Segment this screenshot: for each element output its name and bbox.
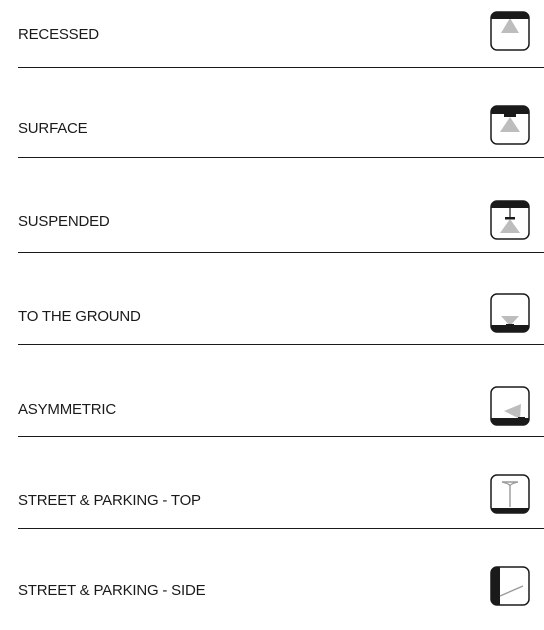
row-divider <box>18 436 544 437</box>
row-divider <box>18 344 544 345</box>
recessed-fixture-icon <box>490 11 530 51</box>
category-label: RECESSED <box>18 26 99 43</box>
category-row-to-the-ground[interactable]: TO THE GROUND <box>18 284 544 354</box>
downlight-ground-icon <box>490 293 530 333</box>
category-row-street-parking-top[interactable]: STREET & PARKING - TOP <box>18 470 544 540</box>
category-label: SUSPENDED <box>18 213 110 230</box>
category-row-street-parking-side[interactable]: STREET & PARKING - SIDE <box>18 560 544 630</box>
category-row-suspended[interactable]: SUSPENDED <box>18 190 544 260</box>
category-label: TO THE GROUND <box>18 308 141 325</box>
category-label: SURFACE <box>18 120 88 137</box>
category-label: ASYMMETRIC <box>18 401 117 418</box>
row-divider <box>18 67 544 68</box>
category-list: RECESSED SURFACE SUSPENDED TO THE GROUND… <box>18 0 544 614</box>
suspended-fixture-icon <box>490 200 530 240</box>
category-row-recessed[interactable]: RECESSED <box>18 0 544 70</box>
row-divider <box>18 528 544 529</box>
category-label: STREET & PARKING - TOP <box>18 492 201 509</box>
category-row-surface[interactable]: SURFACE <box>18 100 544 170</box>
street-parking-top-icon <box>490 474 530 514</box>
asymmetric-fixture-icon <box>490 386 530 426</box>
category-row-asymmetric[interactable]: ASYMMETRIC <box>18 378 544 448</box>
street-parking-side-icon <box>490 566 530 606</box>
row-divider <box>18 157 544 158</box>
row-divider <box>18 252 544 253</box>
surface-fixture-icon <box>490 105 530 145</box>
category-label: STREET & PARKING - SIDE <box>18 582 206 599</box>
